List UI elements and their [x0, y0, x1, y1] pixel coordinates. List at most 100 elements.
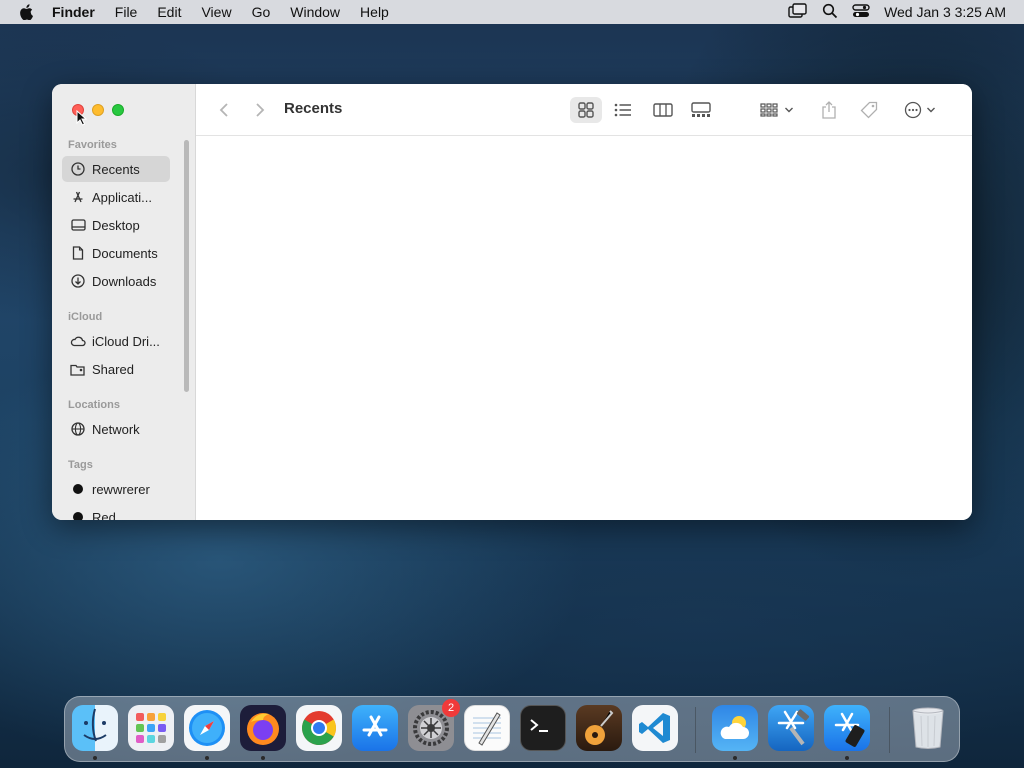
menubar-clock[interactable]: Wed Jan 3 3:25 AM: [884, 4, 1006, 20]
dock-chrome[interactable]: [296, 705, 342, 751]
more-actions-button[interactable]: [900, 97, 940, 123]
weather-cloud-sun-icon: [720, 716, 749, 739]
xcode-hammer-icon: [777, 709, 810, 746]
sidebar-item-label: Red: [92, 509, 116, 521]
sidebar-scrollbar[interactable]: [184, 140, 189, 392]
menu-help[interactable]: Help: [350, 4, 399, 20]
cloud-icon: [70, 333, 86, 349]
notification-badge: 2: [442, 699, 460, 717]
sidebar-header-favorites: Favorites: [68, 139, 117, 151]
icon-view-button[interactable]: [570, 97, 602, 123]
menu-go[interactable]: Go: [242, 4, 281, 20]
column-view-button[interactable]: [648, 97, 678, 123]
apple-menu-icon[interactable]: [0, 4, 52, 20]
sidebar-item-icloud-drive[interactable]: iCloud Dri...: [62, 328, 170, 354]
gallery-view-button[interactable]: [686, 97, 716, 123]
dock-xcode[interactable]: [768, 705, 814, 751]
back-button[interactable]: [212, 97, 236, 123]
menu-view[interactable]: View: [191, 4, 241, 20]
sidebar-item-downloads[interactable]: Downloads: [62, 268, 170, 294]
dock-finder[interactable]: [72, 705, 118, 751]
dock-system-preferences[interactable]: 2: [408, 699, 460, 751]
minimize-window-button[interactable]: [92, 104, 104, 116]
grid-icon: [578, 102, 594, 118]
simulator-icon: [834, 712, 865, 747]
launchpad-icon: [136, 713, 166, 743]
sidebar-item-label: Recents: [92, 161, 140, 177]
dock-trash[interactable]: [905, 705, 951, 751]
dock-weather[interactable]: [712, 705, 758, 751]
chevron-down-icon: [927, 107, 935, 113]
dock: 2: [64, 696, 960, 762]
dock-separator: [695, 707, 696, 753]
sidebar-item-tag-rewwrerer[interactable]: rewwrerer: [62, 476, 170, 502]
tag-dot-icon: [73, 484, 83, 494]
menu-edit[interactable]: Edit: [147, 4, 191, 20]
list-view-button[interactable]: [608, 97, 638, 123]
globe-icon: [70, 421, 86, 437]
tag-dot-icon: [73, 512, 83, 520]
dock-vscode[interactable]: [632, 705, 678, 751]
sidebar-item-recents[interactable]: Recents: [62, 156, 170, 182]
screen-mirroring-icon[interactable]: [788, 2, 808, 22]
sidebar-item-label: Network: [92, 421, 140, 437]
tags-button[interactable]: [856, 97, 882, 123]
menu-window[interactable]: Window: [280, 4, 350, 20]
sidebar-item-tag-red[interactable]: Red: [62, 504, 170, 520]
sidebar-item-label: Desktop: [92, 217, 140, 233]
sidebar-item-shared[interactable]: Shared: [62, 356, 170, 382]
list-icon: [614, 103, 631, 117]
sidebar-item-label: Downloads: [92, 273, 157, 289]
share-icon: [822, 101, 836, 119]
columns-icon: [653, 103, 673, 117]
file-content-area[interactable]: [196, 137, 972, 520]
running-indicator: [261, 756, 265, 760]
sidebar-item-applications[interactable]: Applicati...: [62, 184, 170, 210]
ellipsis-circle-icon: [904, 101, 922, 119]
app-store-icon: [362, 715, 388, 737]
download-icon: [70, 273, 86, 289]
dock-firefox[interactable]: [240, 705, 286, 751]
menubar: Finder File Edit View Go Window Help Wed…: [0, 0, 1024, 24]
desktop-icon: [70, 217, 86, 233]
window-title: Recents: [284, 100, 343, 117]
dock-app-store[interactable]: [352, 705, 398, 751]
menu-file[interactable]: File: [105, 4, 148, 20]
sidebar-header-tags: Tags: [68, 459, 93, 471]
running-indicator: [733, 756, 737, 760]
sidebar-header-icloud: iCloud: [68, 311, 103, 323]
sidebar-item-desktop[interactable]: Desktop: [62, 212, 170, 238]
spotlight-search-icon[interactable]: [822, 3, 838, 22]
dock-simulator[interactable]: [824, 705, 870, 751]
tag-icon: [860, 101, 878, 119]
sidebar-item-network[interactable]: Network: [62, 416, 170, 442]
firefox-icon: [247, 713, 279, 745]
dock-launchpad[interactable]: [128, 705, 174, 751]
trash-icon: [912, 707, 944, 749]
gallery-icon: [691, 102, 711, 117]
sidebar-item-documents[interactable]: Documents: [62, 240, 170, 266]
dock-garageband[interactable]: [576, 705, 622, 751]
finder-window: Favorites Recents Applicati... Desktop D…: [52, 84, 972, 520]
safari-compass-icon: [189, 710, 225, 746]
forward-button[interactable]: [248, 97, 272, 123]
dock-terminal[interactable]: [520, 705, 566, 751]
sidebar-item-label: iCloud Dri...: [92, 333, 160, 349]
finder-toolbar: Recents: [196, 84, 972, 136]
sidebar-header-locations: Locations: [68, 399, 120, 411]
chrome-icon: [302, 711, 336, 745]
guitar-icon: [585, 710, 614, 745]
finder-sidebar: Favorites Recents Applicati... Desktop D…: [52, 84, 196, 520]
menu-finder[interactable]: Finder: [52, 4, 105, 20]
running-indicator: [845, 756, 849, 760]
sidebar-item-label: Documents: [92, 245, 158, 261]
chevron-down-icon: [785, 107, 793, 113]
dock-safari[interactable]: [184, 705, 230, 751]
control-center-icon[interactable]: [852, 3, 870, 22]
group-by-button[interactable]: [756, 97, 798, 123]
clock-icon: [70, 161, 86, 177]
running-indicator: [205, 756, 209, 760]
share-button[interactable]: [816, 97, 842, 123]
dock-textedit[interactable]: [464, 705, 510, 751]
zoom-window-button[interactable]: [112, 104, 124, 116]
